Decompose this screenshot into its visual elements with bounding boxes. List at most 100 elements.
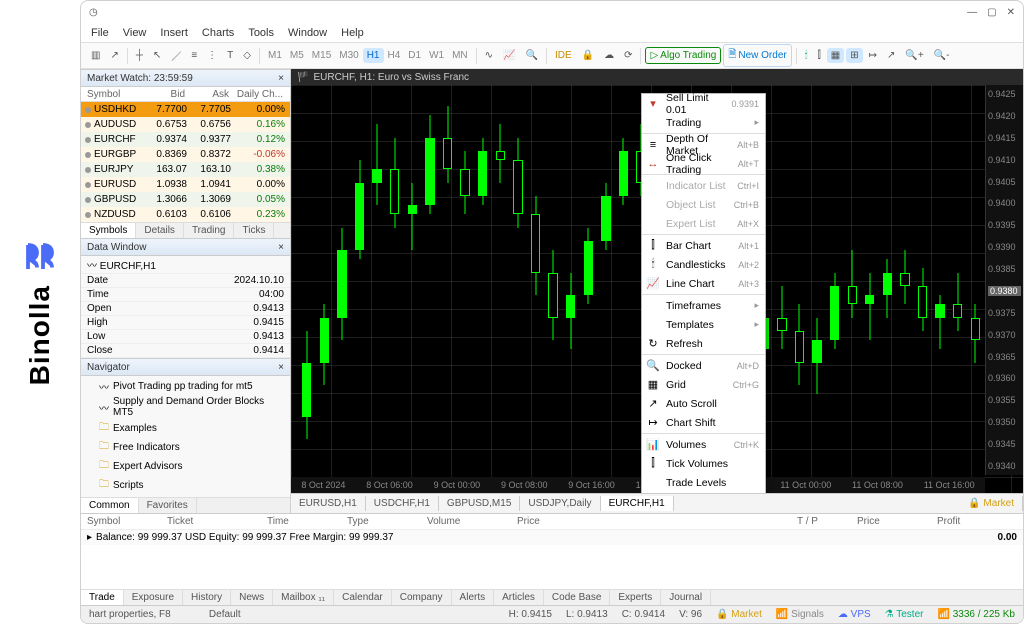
ctx-line-chart[interactable]: 📈Line ChartAlt+3 bbox=[642, 274, 765, 293]
tf-H1[interactable]: H1 bbox=[363, 48, 384, 63]
ctx-trade-history[interactable]: Trade History bbox=[642, 492, 765, 493]
tool-indicator-icon[interactable]: ∿ bbox=[481, 48, 497, 63]
tf-M5[interactable]: M5 bbox=[286, 48, 308, 63]
nav-tab-favorites[interactable]: Favorites bbox=[139, 498, 197, 513]
term-tab[interactable]: News bbox=[231, 590, 273, 605]
mw-tab-details[interactable]: Details bbox=[136, 223, 184, 238]
tf-M1[interactable]: M1 bbox=[264, 48, 286, 63]
tool-new-icon[interactable]: ▥ bbox=[87, 48, 104, 63]
ctx-grid[interactable]: ▦GridCtrl+G bbox=[642, 375, 765, 394]
tool-layout-icon[interactable]: ⊞ bbox=[846, 48, 862, 63]
chart-tab[interactable]: GBPUSD,M15 bbox=[439, 496, 520, 511]
tool-grid-icon[interactable]: ▦ bbox=[827, 48, 844, 63]
tf-M15[interactable]: M15 bbox=[308, 48, 335, 63]
term-tab[interactable]: Journal bbox=[661, 590, 711, 605]
chart-tab[interactable]: USDJPY,Daily bbox=[520, 496, 600, 511]
menu-help[interactable]: Help bbox=[341, 27, 364, 39]
ctx-timeframes[interactable]: Timeframes▸ bbox=[642, 296, 765, 315]
market-tab[interactable]: 🔒 Market bbox=[960, 496, 1023, 511]
tool-equidistant-icon[interactable]: ≡ bbox=[187, 48, 201, 63]
tool-fibo-icon[interactable]: ⋮ bbox=[203, 48, 221, 63]
nav-item[interactable]: 🗀 Scripts bbox=[81, 476, 290, 495]
mw-row-USDHKD[interactable]: USDHKD7.77007.77050.00% bbox=[81, 102, 290, 117]
ide-button[interactable]: IDE bbox=[551, 48, 576, 63]
tool-lock-icon[interactable]: 🔒 bbox=[578, 48, 598, 63]
mw-tab-trading[interactable]: Trading bbox=[184, 223, 235, 238]
dw-close-icon[interactable]: × bbox=[278, 242, 284, 253]
ctx-trading[interactable]: Trading▸ bbox=[642, 113, 765, 132]
mw-row-GBPUSD[interactable]: GBPUSD1.30661.30690.05% bbox=[81, 192, 290, 207]
ctx-auto-scroll[interactable]: ↗Auto Scroll bbox=[642, 394, 765, 413]
term-tab[interactable]: Calendar bbox=[334, 590, 392, 605]
term-tab[interactable]: Trade bbox=[81, 590, 124, 605]
ctx-refresh[interactable]: ↻Refresh bbox=[642, 334, 765, 353]
tool-crosshair-icon[interactable]: ┼ bbox=[132, 48, 147, 63]
chart-tab[interactable]: EURUSD,H1 bbox=[291, 496, 366, 511]
tool-trendline-icon[interactable]: ／ bbox=[167, 46, 185, 65]
new-order-button[interactable]: 🗎 New Order bbox=[723, 44, 791, 67]
tool-arrow-icon[interactable]: ↗ bbox=[106, 48, 122, 63]
ctx-chart-shift[interactable]: ↦Chart Shift bbox=[642, 413, 765, 432]
nav-item[interactable]: 🗀 Examples bbox=[81, 419, 290, 438]
term-tab[interactable]: Code Base bbox=[544, 590, 610, 605]
tf-W1[interactable]: W1 bbox=[425, 48, 448, 63]
mw-row-EURJPY[interactable]: EURJPY163.07163.100.38% bbox=[81, 162, 290, 177]
tool-shapes-icon[interactable]: ◇ bbox=[239, 48, 255, 63]
minimize-button[interactable]: — bbox=[967, 7, 977, 18]
tf-M30[interactable]: M30 bbox=[335, 48, 362, 63]
term-tab[interactable]: History bbox=[183, 590, 231, 605]
nav-close-icon[interactable]: × bbox=[278, 362, 284, 373]
term-tab[interactable]: Alerts bbox=[452, 590, 495, 605]
chart-tab[interactable]: USDCHF,H1 bbox=[366, 496, 439, 511]
tf-MN[interactable]: MN bbox=[448, 48, 472, 63]
mw-row-EURUSD[interactable]: EURUSD1.09381.09410.00% bbox=[81, 177, 290, 192]
menu-file[interactable]: File bbox=[91, 27, 109, 39]
tool-chart-icon[interactable]: 📈 bbox=[499, 48, 519, 63]
tool-zoomout-icon[interactable]: 🔍- bbox=[930, 48, 954, 63]
ctx-one-click-trading[interactable]: ↔One Click TradingAlt+T bbox=[642, 154, 765, 173]
tool-text-icon[interactable]: T bbox=[223, 48, 237, 63]
tool-bars-icon[interactable]: ⫿ bbox=[814, 48, 825, 63]
tool-zoomin-icon[interactable]: 🔍+ bbox=[901, 48, 927, 63]
chart-tab[interactable]: EURCHF,H1 bbox=[601, 496, 674, 511]
tool-candles-icon[interactable]: 🕯 bbox=[801, 48, 812, 63]
term-tab[interactable]: Articles bbox=[494, 590, 544, 605]
close-button[interactable]: ✕ bbox=[1007, 7, 1015, 18]
chart-canvas[interactable]: 0.94250.94200.94150.94100.94050.94000.93… bbox=[291, 85, 1023, 493]
ctx-docked[interactable]: 🔍DockedAlt+D bbox=[642, 356, 765, 375]
maximize-button[interactable]: ▢ bbox=[987, 7, 996, 18]
mw-row-NZDUSD[interactable]: NZDUSD0.61030.61060.23% bbox=[81, 207, 290, 222]
menu-tools[interactable]: Tools bbox=[248, 27, 274, 39]
ctx-trade-levels[interactable]: Trade Levels bbox=[642, 473, 765, 492]
menu-insert[interactable]: Insert bbox=[160, 27, 188, 39]
ctx-templates[interactable]: Templates▸ bbox=[642, 315, 765, 334]
tool-zoom-icon[interactable]: 🔍 bbox=[522, 48, 542, 63]
tool-shift-icon[interactable]: ↦ bbox=[865, 48, 881, 63]
tf-D1[interactable]: D1 bbox=[404, 48, 425, 63]
nav-item[interactable]: 🗀 Expert Advisors bbox=[81, 457, 290, 476]
ctx-tick-volumes[interactable]: ⫿Tick Volumes bbox=[642, 454, 765, 473]
mw-row-EURCHF[interactable]: EURCHF0.93740.93770.12% bbox=[81, 132, 290, 147]
mw-tab-symbols[interactable]: Symbols bbox=[81, 223, 136, 238]
tool-sync-icon[interactable]: ⟳ bbox=[620, 48, 636, 63]
algo-trading-button[interactable]: ▷ Algo Trading bbox=[645, 47, 721, 64]
mw-tab-ticks[interactable]: Ticks bbox=[234, 223, 274, 238]
term-tab[interactable]: Experts bbox=[610, 590, 661, 605]
nav-item[interactable]: 〰 Pivot Trading pp trading for mt5 bbox=[81, 378, 290, 395]
nav-item[interactable]: 〰 Supply and Demand Order Blocks MT5 bbox=[81, 395, 290, 419]
tool-scroll-icon[interactable]: ↗ bbox=[883, 48, 899, 63]
nav-item[interactable]: 🗀 Free Indicators bbox=[81, 438, 290, 457]
mw-row-EURGBP[interactable]: EURGBP0.83690.8372-0.06% bbox=[81, 147, 290, 162]
menu-charts[interactable]: Charts bbox=[202, 27, 234, 39]
mw-close-icon[interactable]: × bbox=[278, 73, 284, 84]
term-tab[interactable]: Company bbox=[392, 590, 452, 605]
ctx-bar-chart[interactable]: ⫿Bar ChartAlt+1 bbox=[642, 236, 765, 255]
ctx-volumes[interactable]: 📊VolumesCtrl+K bbox=[642, 435, 765, 454]
term-tab[interactable]: Mailbox ₁₁ bbox=[273, 590, 334, 605]
tool-cursor-icon[interactable]: ↖ bbox=[149, 48, 165, 63]
term-tab[interactable]: Exposure bbox=[124, 590, 183, 605]
ctx-sell-limit[interactable]: ▾Sell Limit 0.010.9391 bbox=[642, 94, 765, 113]
tf-H4[interactable]: H4 bbox=[384, 48, 405, 63]
mw-row-AUDUSD[interactable]: AUDUSD0.67530.67560.16% bbox=[81, 117, 290, 132]
menu-window[interactable]: Window bbox=[288, 27, 327, 39]
